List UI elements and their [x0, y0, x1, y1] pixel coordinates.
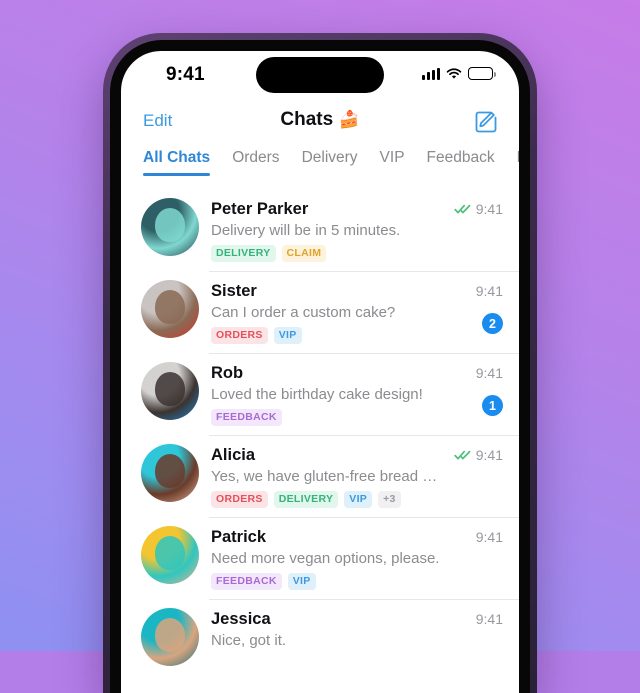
chat-time: 9:41	[476, 283, 503, 299]
compose-icon	[473, 109, 499, 135]
chat-time: 9:41	[476, 201, 503, 217]
status-icons	[422, 67, 493, 80]
unread-badge: 1	[482, 395, 503, 416]
page-title: Chats 🍰	[121, 109, 519, 131]
phone-screen: 9:41 Edit	[121, 51, 519, 693]
tab-e[interactable]: E	[517, 149, 519, 176]
wifi-icon	[446, 68, 462, 80]
chat-preview: Need more vegan options, please.	[211, 548, 441, 569]
chat-row[interactable]: RobLoved the birthday cake design! FEEDBA…	[121, 353, 519, 435]
tag-claim[interactable]: CLAIM	[282, 245, 327, 262]
chat-name: Patrick	[211, 527, 441, 547]
cake-emoji-icon: 🍰	[338, 110, 359, 129]
chat-row[interactable]: Peter ParkerDelivery will be in 5 minute…	[121, 189, 519, 271]
battery-icon	[468, 67, 493, 80]
avatar-sister[interactable]	[141, 280, 199, 338]
avatar-patrick[interactable]	[141, 526, 199, 584]
chat-meta-top: 9:41	[476, 611, 503, 627]
chat-time: 9:41	[476, 529, 503, 545]
tab-all-chats[interactable]: All Chats	[143, 149, 210, 176]
chat-tags: DELIVERY CLAIM	[211, 245, 441, 262]
chat-time: 9:41	[476, 365, 503, 381]
chat-content: JessicaNice, got it.	[211, 608, 441, 668]
chat-meta: 9:41	[441, 198, 503, 262]
tag-vip[interactable]: VIP	[288, 573, 316, 590]
chat-tags: ORDERS DELIVERY VIP +3	[211, 491, 441, 508]
tab-feedback[interactable]: Feedback	[427, 149, 495, 176]
status-time: 9:41	[166, 64, 205, 86]
double-check-icon	[454, 203, 472, 215]
chat-preview: Can I order a custom cake?	[211, 302, 441, 323]
chat-name: Peter Parker	[211, 199, 441, 219]
chat-name: Jessica	[211, 609, 441, 629]
phone-frame: 9:41 Edit	[103, 33, 537, 693]
tab-delivery[interactable]: Delivery	[302, 149, 358, 176]
chat-tags: FEEDBACK	[211, 409, 441, 426]
avatar-jessica[interactable]	[141, 608, 199, 666]
chat-meta: 9:41	[441, 444, 503, 508]
chat-meta: 9:41	[441, 526, 503, 590]
chat-row[interactable]: SisterCan I order a custom cake? ORDERS VI…	[121, 271, 519, 353]
chat-preview: Nice, got it.	[211, 630, 441, 651]
tag-orders[interactable]: ORDERS	[211, 491, 268, 508]
chat-list[interactable]: Peter ParkerDelivery will be in 5 minute…	[121, 189, 519, 677]
chat-time: 9:41	[476, 611, 503, 627]
chat-meta-top: 9:41	[476, 283, 503, 299]
tab-vip[interactable]: VIP	[380, 149, 405, 176]
tag-orders[interactable]: ORDERS	[211, 327, 268, 344]
chat-meta: 9:41 2	[441, 280, 503, 344]
chat-tags: ORDERS VIP	[211, 327, 441, 344]
tag-delivery[interactable]: DELIVERY	[211, 245, 276, 262]
chat-meta-top: 9:41	[476, 365, 503, 381]
signal-bars-icon	[422, 68, 440, 80]
chat-name: Alicia	[211, 445, 441, 465]
double-check-icon	[454, 449, 472, 461]
status-bar: 9:41	[121, 51, 519, 101]
tag-delivery[interactable]: DELIVERY	[274, 491, 339, 508]
nav-bar: Edit Chats 🍰	[121, 101, 519, 149]
tag-vip[interactable]: VIP	[274, 327, 302, 344]
chat-name: Rob	[211, 363, 441, 383]
compose-button[interactable]	[473, 109, 499, 135]
tag-feedback[interactable]: FEEDBACK	[211, 409, 282, 426]
tab-strip[interactable]: All Chats Orders Delivery VIP Feedback E	[121, 149, 519, 189]
chat-content: PatrickNeed more vegan options, please. F…	[211, 526, 441, 590]
chat-row[interactable]: AliciaYes, we have gluten-free bread ava…	[121, 435, 519, 517]
chat-row[interactable]: PatrickNeed more vegan options, please. F…	[121, 517, 519, 599]
chat-meta-top: 9:41	[476, 529, 503, 545]
chat-content: AliciaYes, we have gluten-free bread ava…	[211, 444, 441, 508]
tag-more[interactable]: +3	[378, 491, 401, 508]
tab-orders[interactable]: Orders	[232, 149, 279, 176]
chat-content: Peter ParkerDelivery will be in 5 minute…	[211, 198, 441, 262]
chat-tags: FEEDBACK VIP	[211, 573, 441, 590]
chat-content: RobLoved the birthday cake design! FEEDBA…	[211, 362, 441, 426]
chat-preview: Delivery will be in 5 minutes.	[211, 220, 441, 241]
chat-name: Sister	[211, 281, 441, 301]
unread-badge: 2	[482, 313, 503, 334]
chat-content: SisterCan I order a custom cake? ORDERS VI…	[211, 280, 441, 344]
avatar-alicia[interactable]	[141, 444, 199, 502]
dynamic-island	[256, 57, 384, 93]
chat-meta: 9:41	[441, 608, 503, 668]
tag-feedback[interactable]: FEEDBACK	[211, 573, 282, 590]
chat-time: 9:41	[476, 447, 503, 463]
chat-meta-top: 9:41	[454, 447, 503, 463]
page-title-text: Chats	[280, 109, 333, 130]
chat-preview: Yes, we have gluten-free bread available…	[211, 466, 441, 487]
avatar-rob[interactable]	[141, 362, 199, 420]
tag-vip[interactable]: VIP	[344, 491, 372, 508]
avatar-peter-parker[interactable]	[141, 198, 199, 256]
chat-meta-top: 9:41	[454, 201, 503, 217]
chat-row[interactable]: JessicaNice, got it. 9:41	[121, 599, 519, 677]
chat-meta: 9:41 1	[441, 362, 503, 426]
chat-preview: Loved the birthday cake design!	[211, 384, 441, 405]
